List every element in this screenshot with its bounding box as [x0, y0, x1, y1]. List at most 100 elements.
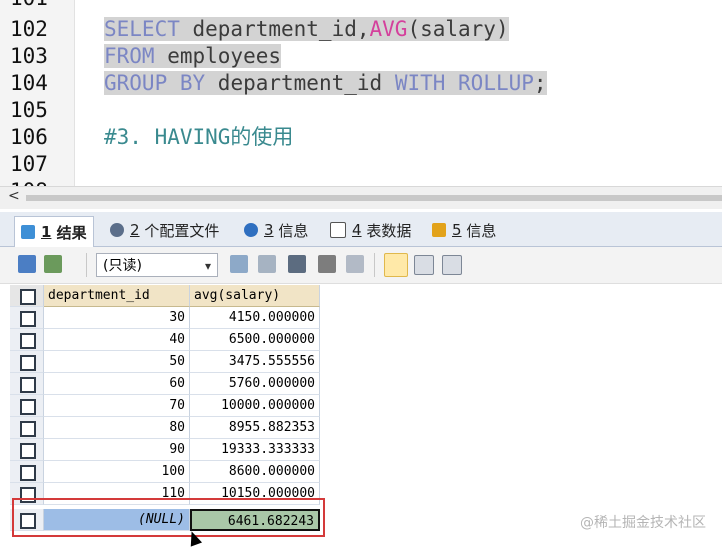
results-grid-icon [21, 225, 35, 239]
row-checkbox[interactable] [10, 461, 44, 483]
tab-messages[interactable]: 3 信息 [238, 216, 314, 244]
tab-label: 个配置文件 [144, 221, 220, 240]
tab-profile[interactable]: 2 个配置文件 [104, 216, 225, 244]
code-text: department_id [205, 71, 395, 95]
avg-salary-cell[interactable]: 4150.000000 [190, 307, 320, 329]
keyword: FROM [104, 44, 155, 68]
code-text: ; [533, 71, 547, 95]
row-checkbox[interactable] [10, 329, 44, 351]
avg-salary-cell[interactable]: 8600.000000 [190, 461, 320, 483]
column-header[interactable]: avg(salary) [190, 285, 320, 307]
department-id-cell[interactable]: 60 [44, 373, 190, 395]
function-name: AVG [369, 17, 408, 41]
watermark: @稀土掘金技术社区 [580, 515, 706, 531]
table-row[interactable]: 50 3475.555556 [10, 351, 320, 373]
info-chart-icon [432, 223, 446, 237]
profile-icon [110, 223, 124, 237]
avg-salary-cell[interactable]: 8955.882353 [190, 417, 320, 439]
department-id-cell[interactable]: 90 [44, 439, 190, 461]
code-line-102[interactable]: SELECT department_id,AVG(salary) [104, 16, 509, 42]
tab-number: 4 [352, 221, 362, 239]
table-row[interactable]: 100 8600.000000 [10, 461, 320, 483]
code-text: employees [154, 44, 282, 68]
save-icon[interactable] [288, 255, 306, 273]
line-number: 106 [10, 125, 48, 149]
line-number: 108 [10, 178, 70, 186]
column-header[interactable]: department_id [44, 285, 190, 307]
tab-table-data[interactable]: 4 表数据 [324, 216, 417, 244]
tab-label: 结果 [56, 223, 87, 242]
editor-horizontal-scrollbar[interactable]: < [0, 186, 722, 209]
tab-results[interactable]: 1 结果 [14, 216, 94, 247]
tab-info[interactable]: 5 信息 [426, 216, 502, 244]
result-tab-bar: 1 结果 2 个配置文件 3 信息 4 表数据 5 信息 [0, 212, 722, 247]
readonly-mode-value: (只读) [103, 258, 142, 274]
scrollbar-thumb[interactable] [26, 195, 722, 201]
insert-row-icon[interactable] [230, 255, 248, 273]
line-number-gutter: 101 102 103 104 105 106 107 108 [0, 0, 75, 186]
line-number: 107 [10, 152, 48, 176]
tab-label: 表数据 [366, 221, 412, 240]
department-id-cell[interactable]: 30 [44, 307, 190, 329]
grid-view-icon[interactable] [384, 253, 408, 277]
department-id-cell[interactable]: 100 [44, 461, 190, 483]
table-row[interactable]: 60 5760.000000 [10, 373, 320, 395]
toolbar-separator [86, 253, 87, 277]
tab-label: 信息 [466, 221, 497, 240]
department-id-cell[interactable]: 40 [44, 329, 190, 351]
tab-number: 5 [452, 221, 462, 239]
code-text: department_id, [179, 17, 370, 41]
keyword: SELECT [104, 17, 180, 41]
table-row[interactable]: 80 8955.882353 [10, 417, 320, 439]
avg-salary-cell[interactable]: 19333.333333 [190, 439, 320, 461]
code-line-103[interactable]: FROM employees [104, 43, 282, 69]
scroll-left-icon[interactable]: < [8, 188, 20, 204]
avg-salary-cell[interactable]: 3475.555556 [190, 351, 320, 373]
line-number: 102 [10, 17, 48, 41]
table-row[interactable]: 70 10000.000000 [10, 395, 320, 417]
toolbar-separator [374, 253, 375, 277]
grid-header: department_id avg(salary) [10, 285, 320, 307]
table-row[interactable]: 40 6500.000000 [10, 329, 320, 351]
table-row[interactable]: 30 4150.000000 [10, 307, 320, 329]
sql-editor[interactable]: 101 102 103 104 105 106 107 108 SELECT d… [0, 0, 722, 186]
select-all-checkbox[interactable] [10, 285, 44, 307]
table-data-icon [330, 222, 346, 238]
avg-salary-cell[interactable]: 10000.000000 [190, 395, 320, 417]
table-row[interactable]: 90 19333.333333 [10, 439, 320, 461]
row-checkbox[interactable] [10, 395, 44, 417]
export-dropdown-icon[interactable] [44, 255, 62, 273]
department-id-cell[interactable]: 80 [44, 417, 190, 439]
tab-label: 信息 [278, 221, 309, 240]
grid-options-icon[interactable] [18, 255, 36, 273]
line-number: 103 [10, 44, 48, 68]
tab-number: 1 [41, 223, 52, 241]
line-number: 101 [10, 0, 70, 11]
row-checkbox[interactable] [10, 417, 44, 439]
red-highlight-box [12, 498, 325, 537]
keyword: WITH ROLLUP [394, 71, 534, 95]
chevron-down-icon: ▾ [204, 259, 211, 273]
form-view-icon[interactable] [414, 255, 434, 275]
row-checkbox[interactable] [10, 439, 44, 461]
code-line-106[interactable]: #3. HAVING的使用 [104, 124, 293, 150]
department-id-cell[interactable]: 50 [44, 351, 190, 373]
line-number: 104 [10, 71, 48, 95]
duplicate-row-icon[interactable] [258, 255, 276, 273]
avg-salary-cell[interactable]: 6500.000000 [190, 329, 320, 351]
code-text: (salary) [407, 17, 509, 41]
code-line-104[interactable]: GROUP BY department_id WITH ROLLUP; [104, 70, 547, 96]
row-checkbox[interactable] [10, 373, 44, 395]
keyword: GROUP BY [104, 71, 206, 95]
text-view-icon[interactable] [442, 255, 462, 275]
department-id-cell[interactable]: 70 [44, 395, 190, 417]
info-icon [244, 223, 258, 237]
delete-icon[interactable] [318, 255, 336, 273]
avg-salary-cell[interactable]: 5760.000000 [190, 373, 320, 395]
row-checkbox[interactable] [10, 307, 44, 329]
row-checkbox[interactable] [10, 351, 44, 373]
readonly-mode-select[interactable]: (只读) ▾ [96, 253, 218, 277]
result-toolbar: (只读) ▾ [0, 247, 722, 284]
discard-changes-icon[interactable] [346, 255, 364, 273]
tab-number: 2 [130, 221, 140, 239]
